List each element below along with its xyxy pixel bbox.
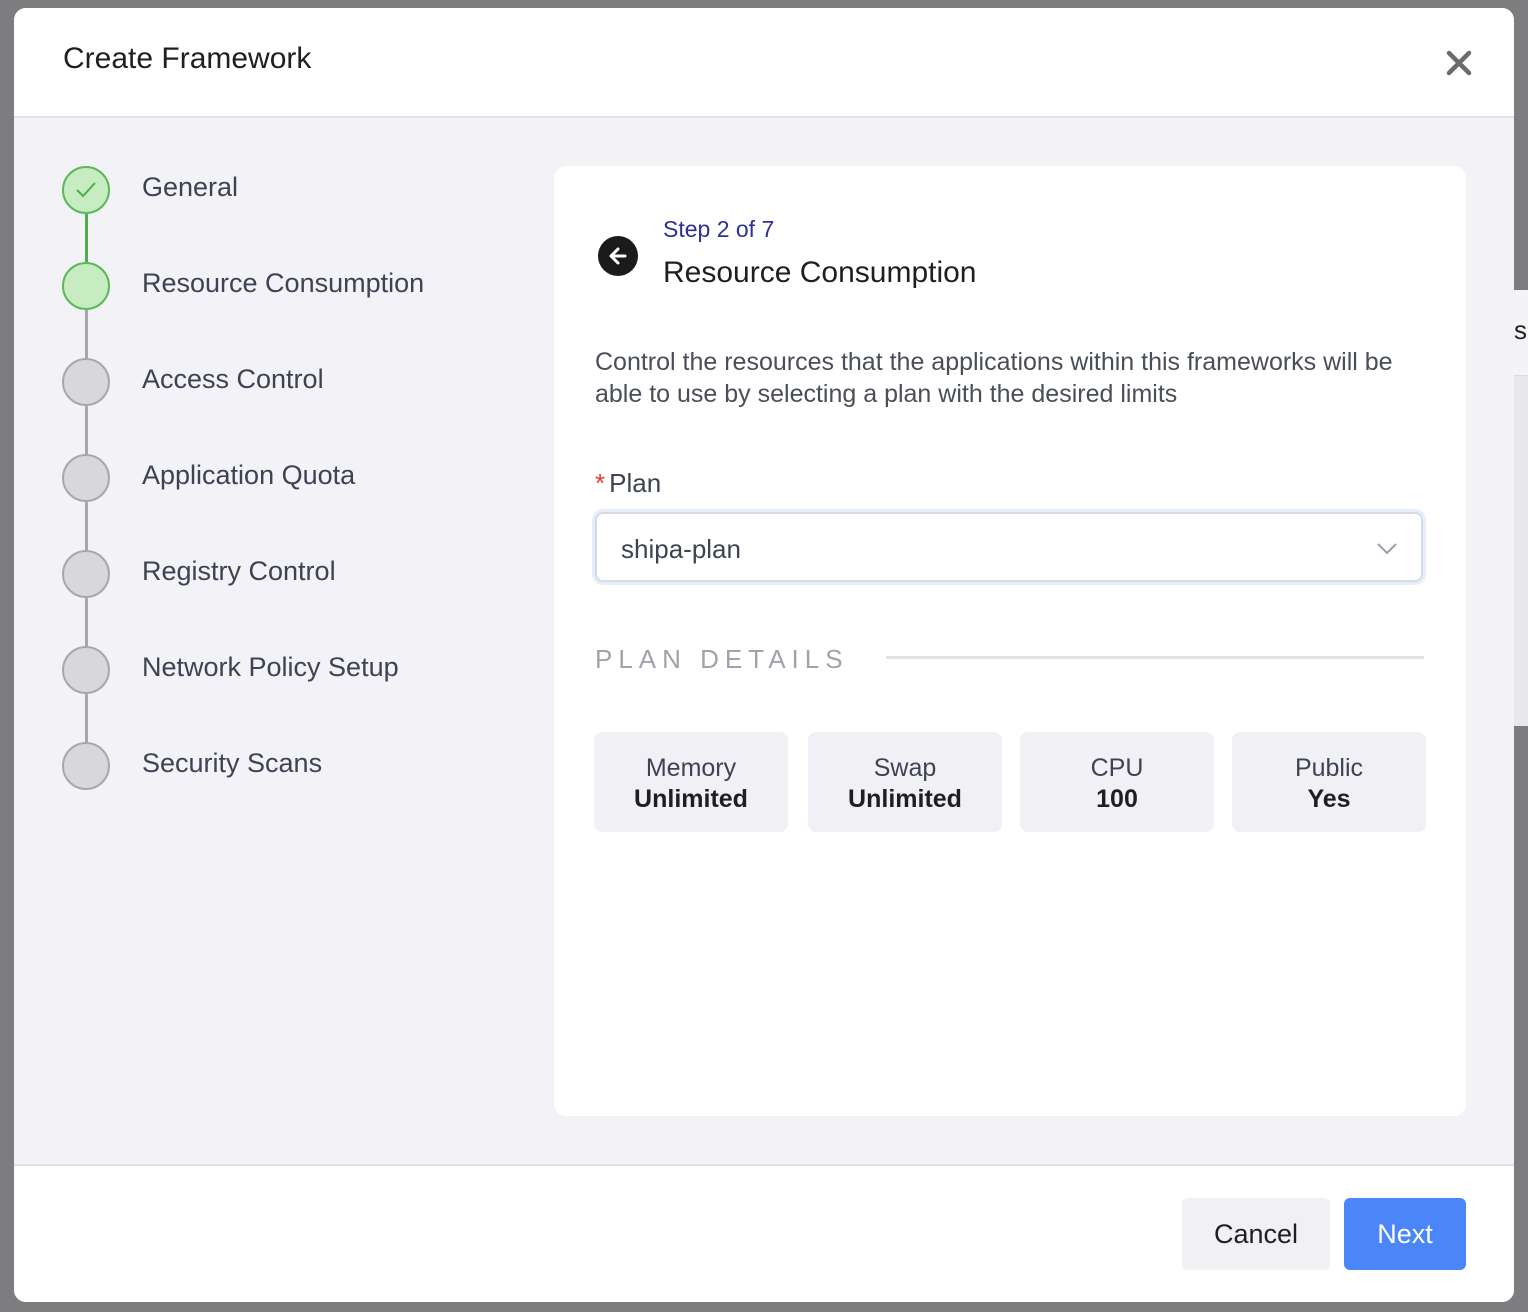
detail-name: CPU [1090, 754, 1144, 782]
step-label: Access Control [142, 364, 324, 394]
detail-name: Memory [645, 754, 737, 782]
detail-public: Public Yes [1232, 732, 1426, 832]
back-button[interactable] [598, 236, 638, 276]
detail-name: Swap [873, 754, 937, 782]
backdrop-peek: s [1514, 290, 1528, 376]
step-indicator [62, 358, 110, 406]
cancel-button[interactable]: Cancel [1182, 1198, 1330, 1270]
detail-memory: Memory Unlimited [594, 732, 788, 832]
step-description: Control the resources that the applicati… [595, 348, 1393, 408]
step-connector [85, 406, 88, 454]
step-label: Security Scans [142, 748, 323, 778]
step-connector [85, 310, 88, 358]
close-button[interactable] [1444, 48, 1474, 78]
step-resource-consumption[interactable]: Resource Consumption [62, 262, 424, 358]
backdrop-peek-text: s [1514, 315, 1527, 345]
step-label: Application Quota [142, 460, 356, 490]
step-network-policy-setup[interactable]: Network Policy Setup [62, 646, 424, 742]
create-framework-modal: Create Framework General Resource Consum… [14, 8, 1514, 1302]
step-indicator-active [62, 262, 110, 310]
step-label: General [142, 172, 239, 202]
step-content-card: Step 2 of 7 Resource Consumption Control… [554, 166, 1466, 1116]
step-indicator [62, 742, 110, 790]
step-connector [85, 598, 88, 646]
modal-title: Create Framework [63, 42, 312, 75]
detail-name: Public [1294, 754, 1364, 782]
step-counter: Step 2 of 7 [663, 216, 775, 242]
detail-cpu: CPU 100 [1020, 732, 1214, 832]
step-application-quota[interactable]: Application Quota [62, 454, 424, 550]
step-indicator [62, 646, 110, 694]
arrow-left-icon [609, 247, 627, 265]
detail-value: Yes [1307, 785, 1351, 813]
check-icon [76, 182, 96, 198]
detail-swap: Swap Unlimited [808, 732, 1002, 832]
plan-label-text: Plan [609, 468, 662, 498]
step-indicator-done [62, 166, 110, 214]
step-connector [85, 214, 88, 262]
section-divider [886, 656, 1424, 659]
modal-footer: Cancel Next [14, 1164, 1514, 1302]
plan-select-value: shipa-plan [621, 534, 741, 564]
detail-value: Unlimited [634, 785, 748, 813]
close-icon [1446, 50, 1472, 76]
step-security-scans[interactable]: Security Scans [62, 742, 424, 838]
modal-header: Create Framework [14, 8, 1514, 118]
step-registry-control[interactable]: Registry Control [62, 550, 424, 646]
step-general[interactable]: General [62, 166, 424, 262]
step-access-control[interactable]: Access Control [62, 358, 424, 454]
card-title: Resource Consumption [663, 256, 977, 289]
step-label: Resource Consumption [142, 268, 425, 298]
step-connector [85, 694, 88, 742]
plan-select[interactable]: shipa-plan [595, 512, 1423, 582]
stepper: General Resource Consumption Access Cont… [62, 166, 424, 838]
detail-value: 100 [1096, 785, 1138, 813]
backdrop-panel [1514, 376, 1528, 726]
chevron-down-icon [1377, 543, 1397, 555]
step-label: Network Policy Setup [142, 652, 399, 682]
step-connector [85, 502, 88, 550]
next-button[interactable]: Next [1344, 1198, 1466, 1270]
step-indicator [62, 550, 110, 598]
required-mark: * [595, 468, 606, 498]
step-label: Registry Control [142, 556, 336, 586]
detail-value: Unlimited [848, 785, 962, 813]
plan-field-label: * Plan [595, 468, 661, 499]
plan-details-heading: PLAN DETAILS [595, 644, 849, 674]
step-indicator [62, 454, 110, 502]
modal-body: General Resource Consumption Access Cont… [14, 118, 1514, 1164]
